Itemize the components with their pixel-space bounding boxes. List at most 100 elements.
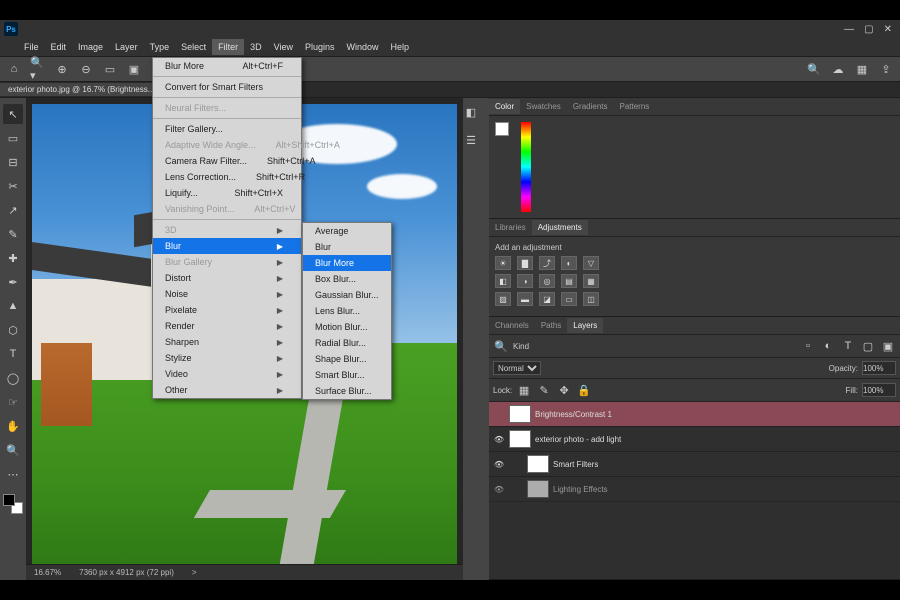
tool-6[interactable]: ✚ xyxy=(3,248,23,268)
blur-submenu[interactable]: AverageBlurBlur MoreBox Blur...Gaussian … xyxy=(302,222,392,400)
properties-icon[interactable]: ☰ xyxy=(463,132,479,148)
visibility-icon[interactable]: 👁 xyxy=(493,435,505,444)
opacity-input[interactable] xyxy=(862,361,896,375)
close-button[interactable]: ✕ xyxy=(884,24,892,35)
cloud-icon[interactable]: ☁ xyxy=(830,61,846,77)
tab-adjustments[interactable]: Adjustments xyxy=(532,220,588,235)
menu-file[interactable]: File xyxy=(18,39,45,55)
lock-transparent-icon[interactable]: ▦ xyxy=(516,382,532,398)
tool-1[interactable]: ▭ xyxy=(3,128,23,148)
fill-screen-icon[interactable]: ▣ xyxy=(126,61,142,77)
layer-row[interactable]: 👁Lighting Effects xyxy=(489,477,900,502)
invert-adj-icon[interactable]: ▨ xyxy=(495,292,511,306)
menu-item[interactable]: Video▶ xyxy=(153,366,301,382)
layer-row[interactable]: 👁exterior photo - add light xyxy=(489,427,900,452)
fit-screen-icon[interactable]: ▭ xyxy=(102,61,118,77)
lut-adj-icon[interactable]: ▦ xyxy=(583,274,599,288)
filter-menu[interactable]: Blur MoreAlt+Ctrl+F Convert for Smart Fil… xyxy=(152,57,302,399)
gradient-map-adj-icon[interactable]: ▭ xyxy=(561,292,577,306)
menu-item[interactable]: Gaussian Blur... xyxy=(303,287,391,303)
menu-window[interactable]: Window xyxy=(341,39,385,55)
menu-type[interactable]: Type xyxy=(144,39,176,55)
curves-adj-icon[interactable]: ⤴ xyxy=(539,256,555,270)
tab-patterns[interactable]: Patterns xyxy=(614,99,656,114)
tool-2[interactable]: ⊟ xyxy=(3,152,23,172)
tool-11[interactable]: ◯ xyxy=(3,368,23,388)
selective-color-adj-icon[interactable]: ◫ xyxy=(583,292,599,306)
document-tab[interactable]: exterior photo.jpg @ 16.7% (Brightness..… xyxy=(0,83,163,96)
menu-help[interactable]: Help xyxy=(385,39,416,55)
menu-item[interactable]: Blur xyxy=(303,239,391,255)
tool-8[interactable]: ▲ xyxy=(3,296,23,316)
menu-item[interactable]: Render▶ xyxy=(153,318,301,334)
menu-item[interactable]: Blur MoreAlt+Ctrl+F xyxy=(153,58,301,74)
tool-3[interactable]: ✂ xyxy=(3,176,23,196)
hue-slider[interactable] xyxy=(521,122,531,212)
status-chevron-icon[interactable]: > xyxy=(192,568,197,577)
zoom-out-icon[interactable]: ⊖ xyxy=(78,61,94,77)
foreground-swatch[interactable] xyxy=(495,122,509,136)
menu-item[interactable]: Convert for Smart Filters xyxy=(153,79,301,95)
color-swatches[interactable] xyxy=(3,494,23,514)
menu-item[interactable]: Box Blur... xyxy=(303,271,391,287)
menu-bar[interactable]: FileEditImageLayerTypeSelectFilter3DView… xyxy=(0,38,900,56)
levels-adj-icon[interactable]: ▇ xyxy=(517,256,533,270)
blend-mode-select[interactable]: Normal xyxy=(493,361,541,375)
layer-row[interactable]: 👁Smart Filters xyxy=(489,452,900,477)
menu-item[interactable]: Lens Blur... xyxy=(303,303,391,319)
menu-item[interactable]: Filter Gallery... xyxy=(153,121,301,137)
menu-image[interactable]: Image xyxy=(72,39,109,55)
threshold-adj-icon[interactable]: ◪ xyxy=(539,292,555,306)
menu-item[interactable]: Camera Raw Filter...Shift+Ctrl+A xyxy=(153,153,301,169)
menu-layer[interactable]: Layer xyxy=(109,39,144,55)
menu-item[interactable]: Radial Blur... xyxy=(303,335,391,351)
home-icon[interactable]: ⌂ xyxy=(6,61,22,77)
tool-12[interactable]: ☞ xyxy=(3,392,23,412)
filter-shape-icon[interactable]: ▢ xyxy=(860,338,876,354)
collapsed-panel-strip[interactable]: ◧ ☰ xyxy=(463,98,489,580)
menu-item[interactable]: Blur▶ xyxy=(153,238,301,254)
minimize-button[interactable]: — xyxy=(844,24,854,35)
tool-9[interactable]: ⬡ xyxy=(3,320,23,340)
menu-item[interactable]: Shape Blur... xyxy=(303,351,391,367)
menu-filter[interactable]: Filter xyxy=(212,39,244,55)
vibrance-adj-icon[interactable]: ▽ xyxy=(583,256,599,270)
tool-13[interactable]: ✋ xyxy=(3,416,23,436)
menu-item[interactable]: Other▶ xyxy=(153,382,301,398)
menu-select[interactable]: Select xyxy=(175,39,212,55)
menu-item[interactable]: Surface Blur... xyxy=(303,383,391,399)
tool-10[interactable]: T xyxy=(3,344,23,364)
channel-mixer-adj-icon[interactable]: ▤ xyxy=(561,274,577,288)
maximize-button[interactable]: ▢ xyxy=(864,24,873,35)
exposure-adj-icon[interactable]: ◐ xyxy=(561,256,577,270)
menu-item[interactable]: Sharpen▶ xyxy=(153,334,301,350)
share-icon[interactable]: ⇪ xyxy=(878,61,894,77)
menu-item[interactable]: Smart Blur... xyxy=(303,367,391,383)
menu-item[interactable]: Lens Correction...Shift+Ctrl+R xyxy=(153,169,301,185)
tab-layers[interactable]: Layers xyxy=(567,318,603,333)
history-icon[interactable]: ◧ xyxy=(463,104,479,120)
menu-view[interactable]: View xyxy=(268,39,299,55)
filter-smart-icon[interactable]: ▣ xyxy=(880,338,896,354)
tab-color[interactable]: Color xyxy=(489,99,520,114)
tab-channels[interactable]: Channels xyxy=(489,318,535,333)
menu-item[interactable]: Distort▶ xyxy=(153,270,301,286)
menu-item[interactable]: Stylize▶ xyxy=(153,350,301,366)
filter-type-icon[interactable]: T xyxy=(840,338,856,354)
hue-adj-icon[interactable]: ◧ xyxy=(495,274,511,288)
filter-adj-icon[interactable]: ◐ xyxy=(820,338,836,354)
menu-item[interactable]: Liquify...Shift+Ctrl+X xyxy=(153,185,301,201)
fill-input[interactable] xyxy=(862,383,896,397)
menu-item[interactable]: Pixelate▶ xyxy=(153,302,301,318)
tab-libraries[interactable]: Libraries xyxy=(489,220,532,235)
tab-paths[interactable]: Paths xyxy=(535,318,567,333)
tool-4[interactable]: ↗ xyxy=(3,200,23,220)
tab-gradients[interactable]: Gradients xyxy=(567,99,614,114)
tool-5[interactable]: ✎ xyxy=(3,224,23,244)
visibility-icon[interactable]: 👁 xyxy=(493,460,505,469)
brightness-adj-icon[interactable]: ☀ xyxy=(495,256,511,270)
visibility-icon[interactable]: 👁 xyxy=(493,485,505,494)
layer-row[interactable]: Brightness/Contrast 1 xyxy=(489,402,900,427)
menu-item[interactable]: Blur More xyxy=(303,255,391,271)
lock-paint-icon[interactable]: ✎ xyxy=(536,382,552,398)
